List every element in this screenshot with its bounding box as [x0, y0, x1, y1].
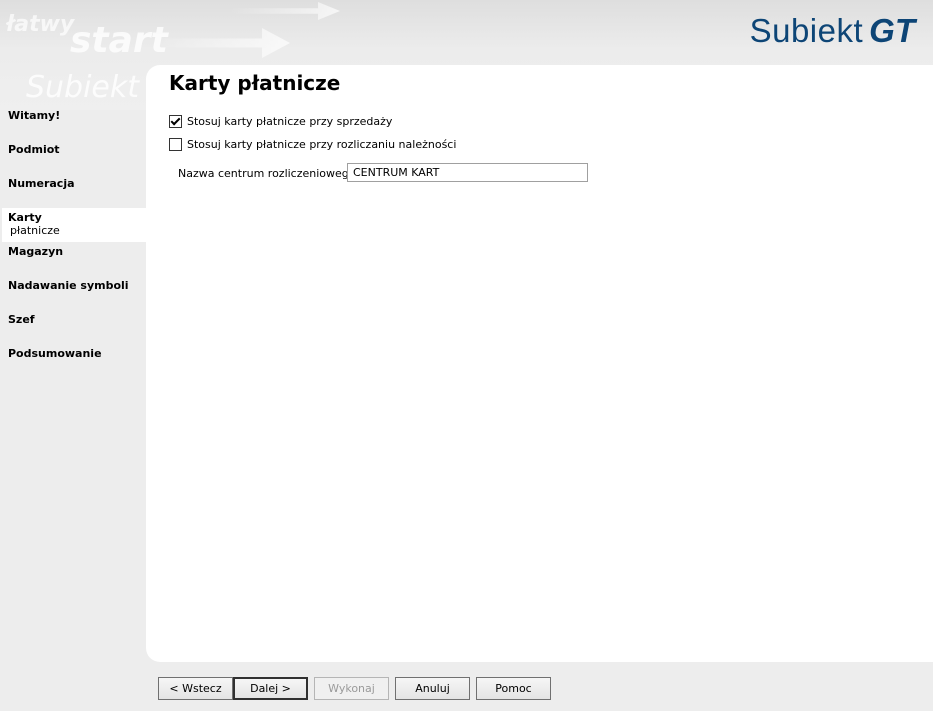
step-magazyn[interactable]: Magazyn — [2, 245, 146, 258]
watermark-arrow-icon — [150, 28, 290, 58]
receivables-checkbox[interactable] — [169, 138, 182, 151]
step-podsumowanie[interactable]: Podsumowanie — [2, 347, 146, 360]
execute-button[interactable]: Wykonaj — [314, 677, 389, 700]
sales-checkbox-row[interactable]: Stosuj karty płatnicze przy sprzedaży — [169, 115, 392, 128]
logo-text: Subiekt — [749, 12, 864, 49]
receivables-checkbox-label[interactable]: Stosuj karty płatnicze przy rozliczaniu … — [187, 138, 456, 151]
center-name-input[interactable] — [347, 163, 588, 182]
next-button[interactable]: Dalej > — [233, 677, 308, 700]
step-witamy[interactable]: Witamy! — [2, 109, 146, 122]
watermark-arrow-icon — [230, 2, 340, 20]
step-sublabel: płatnicze — [10, 224, 60, 237]
sales-checkbox-label[interactable]: Stosuj karty płatnicze przy sprzedaży — [187, 115, 392, 128]
watermark-subiekt: Subiekt — [26, 70, 140, 105]
receivables-checkbox-row[interactable]: Stosuj karty płatnicze przy rozliczaniu … — [169, 138, 456, 151]
step-numeracja[interactable]: Numeracja — [2, 177, 146, 190]
sales-checkbox[interactable] — [169, 115, 182, 128]
step-karty-platnicze[interactable]: Karty płatnicze — [2, 208, 146, 242]
page-title: Karty płatnicze — [169, 71, 341, 95]
center-name-label: Nazwa centrum rozliczeniowego: — [178, 167, 360, 180]
step-podmiot[interactable]: Podmiot — [2, 143, 146, 156]
cancel-button[interactable]: Anuluj — [395, 677, 470, 700]
step-label: Karty — [8, 211, 42, 224]
content-panel: Karty płatnicze Stosuj karty płatnicze p… — [146, 65, 933, 662]
step-nadawanie-symboli[interactable]: Nadawanie symboli — [2, 279, 146, 292]
watermark-latwy: łatwy — [6, 12, 75, 37]
app-logo: Subiekt GT — [749, 12, 915, 49]
step-szef[interactable]: Szef — [2, 313, 146, 326]
help-button[interactable]: Pomoc — [476, 677, 551, 700]
back-button[interactable]: < Wstecz — [158, 677, 233, 700]
logo-gt: GT — [869, 12, 915, 49]
